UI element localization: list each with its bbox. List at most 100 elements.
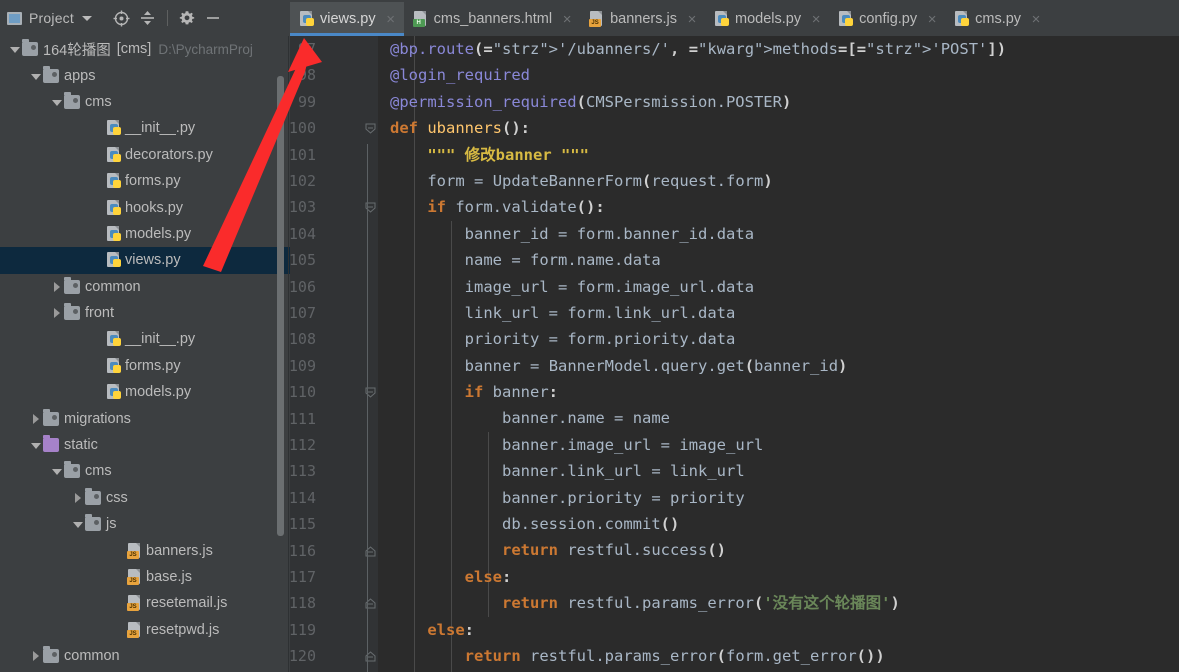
tree-item-label: banners.js	[146, 542, 213, 559]
code-editor[interactable]: 97 98 99 100 101 102 103 104 105 106 107 108 109 110 1…	[290, 36, 1179, 672]
tree-item-apps[interactable]: apps	[0, 62, 290, 88]
close-icon[interactable]: ×	[385, 12, 397, 27]
project-tree-panel[interactable]: 164轮播图 [cms] D:\PycharmProj apps cms __init__…	[0, 36, 290, 672]
python-file-icon	[106, 331, 121, 347]
tree-item-resetemail-js[interactable]: JS resetemail.js	[0, 590, 290, 616]
tab-label: models.py	[734, 11, 802, 27]
editor-gutter[interactable]: 97 98 99 100 101 102 103 104 105 106 107 108 109 110 1…	[290, 36, 378, 672]
tree-item-static[interactable]: static	[0, 432, 290, 458]
line-number: 106	[290, 277, 316, 296]
tree-item-label: decorators.py	[125, 146, 213, 163]
tree-item-base-js[interactable]: JS base.js	[0, 564, 290, 590]
chevron-right-icon[interactable]	[50, 280, 64, 294]
code-line: return restful.params_error(form.get_err…	[464, 646, 885, 665]
folder-icon	[85, 487, 101, 505]
chevron-down-icon[interactable]	[8, 42, 22, 56]
editor-tab-views-py[interactable]: views.py ×	[290, 2, 404, 36]
project-tree: 164轮播图 [cms] D:\PycharmProj apps cms __init__…	[0, 36, 290, 669]
chevron-right-icon[interactable]	[29, 412, 43, 426]
chevron-down-icon[interactable]	[50, 464, 64, 478]
tree-item-label: front	[85, 305, 115, 322]
editor-tab-models-py[interactable]: models.py ×	[704, 2, 830, 36]
tree-item-cms[interactable]: cms	[0, 458, 290, 484]
editor-tab-banners-js[interactable]: JS banners.js ×	[580, 2, 705, 36]
locate-icon[interactable]	[110, 6, 134, 30]
javascript-file-icon: JS	[127, 542, 142, 559]
python-file-icon	[106, 120, 121, 136]
close-icon[interactable]: ×	[810, 12, 822, 27]
code-line: link_url = form.link_url.data	[464, 303, 736, 322]
tree-item-banners-js[interactable]: JS banners.js	[0, 537, 290, 563]
tree-item-164-[interactable]: 164轮播图 [cms] D:\PycharmProj	[0, 36, 290, 62]
collapse-all-icon[interactable]	[136, 6, 160, 30]
code-line: if form.validate():	[427, 198, 605, 217]
javascript-file-icon: JS	[589, 11, 604, 27]
tree-item-migrations[interactable]: migrations	[0, 405, 290, 431]
chevron-down-icon[interactable]	[29, 438, 43, 452]
close-icon[interactable]: ×	[1030, 12, 1042, 27]
tree-item-decorators-py[interactable]: decorators.py	[0, 142, 290, 168]
close-icon[interactable]: ×	[686, 12, 698, 27]
python-file-icon	[106, 146, 121, 163]
chevron-down-icon[interactable]	[29, 69, 43, 83]
code-line: @login_required	[390, 66, 530, 85]
tree-item-common[interactable]: common	[0, 643, 290, 669]
folder-icon	[64, 276, 80, 294]
chevron-down-icon[interactable]	[81, 15, 92, 21]
editor-tab-cms-py[interactable]: cms.py ×	[945, 2, 1050, 36]
chevron-right-icon[interactable]	[50, 306, 64, 320]
chevron-right-icon[interactable]	[71, 491, 85, 505]
chevron-down-icon[interactable]	[50, 95, 64, 109]
editor-tab-cms-banners-html[interactable]: Hcms_banners.html ×	[403, 2, 581, 36]
hide-panel-icon[interactable]	[201, 6, 225, 30]
tree-item-forms-py[interactable]: forms.py	[0, 168, 290, 194]
python-file-icon	[838, 11, 854, 27]
tree-item-models-py[interactable]: models.py	[0, 379, 290, 405]
tree-item-views-py[interactable]: views.py	[0, 247, 290, 274]
tree-item-label: __init__.py	[125, 331, 196, 348]
python-file-icon	[299, 11, 314, 27]
line-number: 98	[297, 66, 316, 85]
line-number: 107	[290, 304, 316, 322]
close-icon[interactable]: ×	[926, 12, 938, 27]
settings-gear-icon[interactable]	[175, 6, 199, 30]
tree-item-label: hooks.py	[125, 199, 184, 216]
code-line: @permission_required(CMSPersmission.POST…	[390, 92, 792, 111]
tree-item-__init__-py[interactable]: __init__.py	[0, 326, 290, 352]
tree-project-path: D:\PycharmProj	[158, 41, 253, 57]
javascript-file-icon: JS	[127, 569, 142, 585]
tree-item-label: models.py	[125, 225, 192, 242]
code-fold-column[interactable]	[362, 36, 378, 672]
fold-open-icon[interactable]	[365, 123, 376, 134]
line-number: 115	[290, 515, 316, 534]
editor-tab-config-py[interactable]: config.py ×	[829, 2, 946, 36]
folder-icon	[64, 461, 80, 479]
line-number: 112	[290, 436, 316, 454]
panel-toolbar	[110, 6, 225, 30]
tree-item-js[interactable]: js	[0, 511, 290, 537]
tree-item-label: __init__.py	[125, 120, 196, 137]
tree-item-common[interactable]: common	[0, 274, 290, 300]
tree-item-hooks-py[interactable]: hooks.py	[0, 194, 290, 220]
tree-item-front[interactable]: front	[0, 300, 290, 326]
code-line: name = form.name.data	[464, 251, 661, 270]
tree-item-css[interactable]: css	[0, 485, 290, 511]
code-line: def ubanners():	[390, 119, 530, 138]
chevron-right-icon[interactable]	[29, 649, 43, 663]
tree-item-cms[interactable]: cms	[0, 89, 290, 115]
sidebar-scrollbar[interactable]	[277, 76, 284, 536]
tree-item-models-py[interactable]: models.py	[0, 221, 290, 247]
code-content[interactable]: @bp.route(="strz">'/ubanners/', ="kwarg"…	[378, 36, 1179, 672]
code-line: @bp.route(="strz">'/ubanners/', ="kwarg"…	[390, 40, 1007, 58]
close-icon[interactable]: ×	[561, 12, 573, 27]
line-number: 103	[290, 198, 316, 217]
tree-item-resetpwd-js[interactable]: JS resetpwd.js	[0, 617, 290, 643]
tree-item-label: cms	[85, 463, 112, 480]
python-file-icon	[106, 173, 121, 189]
chevron-down-icon[interactable]	[71, 517, 85, 531]
tree-item-__init__-py[interactable]: __init__.py	[0, 115, 290, 141]
tree-item-forms-py[interactable]: forms.py	[0, 353, 290, 379]
